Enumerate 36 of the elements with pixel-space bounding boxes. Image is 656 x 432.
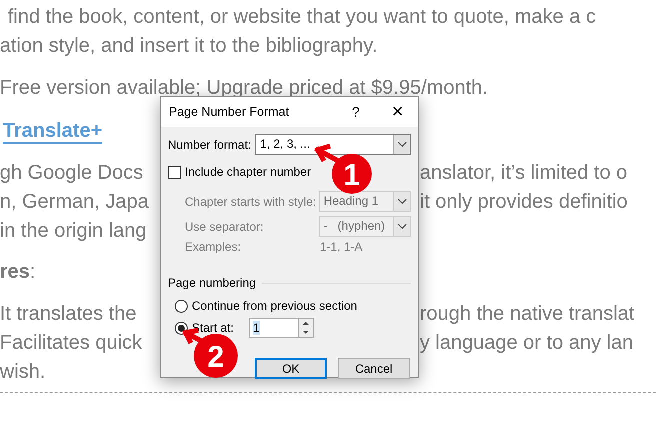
field-label: Examples: xyxy=(185,239,242,256)
help-button[interactable]: ? xyxy=(344,102,368,122)
chevron-down-icon xyxy=(398,199,406,204)
article-text: y language or to any lan xyxy=(420,331,634,356)
number-badge: 1 xyxy=(332,154,372,194)
article-text: it only provides definitio xyxy=(420,190,628,215)
chevron-down-icon xyxy=(398,142,406,147)
start-at-spinner[interactable]: 1 xyxy=(249,318,314,338)
radio-button[interactable] xyxy=(175,300,188,312)
example-text: 1-1, 1-A xyxy=(320,239,363,256)
article-text: Free version available; Upgrade priced at $9.95/month. xyxy=(0,76,488,101)
article-text: Facilitates quick xyxy=(0,331,142,356)
close-button[interactable]: × xyxy=(386,102,410,122)
section-heading: res: xyxy=(0,261,36,283)
dialog-title: Page Number Format xyxy=(169,104,290,121)
article-text: wish. xyxy=(0,360,46,385)
article-text: rough the native translat xyxy=(420,302,635,327)
group-title: Page numbering xyxy=(168,275,256,292)
cancel-button[interactable]: Cancel xyxy=(338,358,410,379)
article-text: It translates the xyxy=(0,302,137,327)
format-dropdown[interactable]: 1, 2, 3, ... xyxy=(255,134,411,155)
article-text: n, German, Japa xyxy=(0,190,149,215)
article-text: gh Google Docs xyxy=(0,161,144,186)
number-badge: 2 xyxy=(194,334,238,378)
checkbox-label: Include chapter number xyxy=(185,164,312,181)
ok-button[interactable]: OK xyxy=(255,358,327,379)
article-text: ation style, and insert it to the bibliography. xyxy=(0,34,378,59)
article-text: anslator, it’s limited to o xyxy=(420,161,628,186)
checkbox[interactable] xyxy=(168,166,181,178)
field-label: Use separator: xyxy=(185,218,265,236)
article-text: find the book, content, or website that you want to quote, make a c xyxy=(8,5,596,30)
article-text: in the origin lang xyxy=(0,219,147,244)
field-label: Chapter starts with style: xyxy=(185,194,318,210)
field-label: Number format: xyxy=(168,136,252,154)
radio-label: Continue from previous section xyxy=(192,298,358,315)
chevron-down-icon xyxy=(398,224,406,229)
